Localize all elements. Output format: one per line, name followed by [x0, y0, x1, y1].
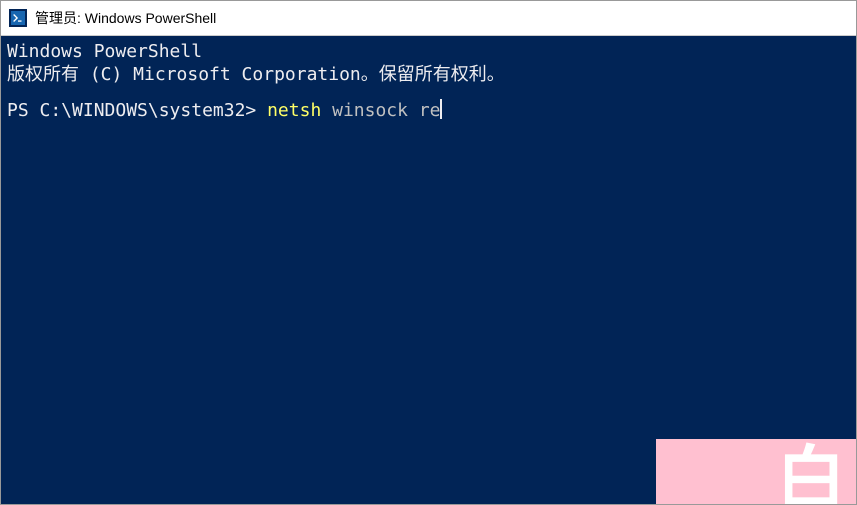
terminal-area[interactable]: Windows PowerShell 版权所有 (C) Microsoft Co… — [1, 36, 856, 504]
titlebar[interactable]: 管理员: Windows PowerShell — [1, 1, 856, 36]
terminal-command: netsh — [267, 99, 321, 122]
powershell-icon — [9, 9, 27, 27]
terminal-prompt: PS C:\WINDOWS\system32> — [7, 99, 267, 122]
window-title: 管理员: Windows PowerShell — [35, 8, 216, 28]
watermark-glyph: 白 — [776, 439, 846, 504]
watermark: 白 — [656, 439, 856, 504]
terminal-copyright-line: 版权所有 (C) Microsoft Corporation。保留所有权利。 — [7, 63, 850, 86]
terminal-prompt-line: PS C:\WINDOWS\system32> netsh winsock re — [7, 99, 850, 122]
terminal-header-line: Windows PowerShell — [7, 40, 850, 63]
powershell-window: 管理员: Windows PowerShell Windows PowerShe… — [0, 0, 857, 505]
terminal-command-args: winsock re — [321, 99, 440, 122]
terminal-cursor — [440, 99, 442, 119]
